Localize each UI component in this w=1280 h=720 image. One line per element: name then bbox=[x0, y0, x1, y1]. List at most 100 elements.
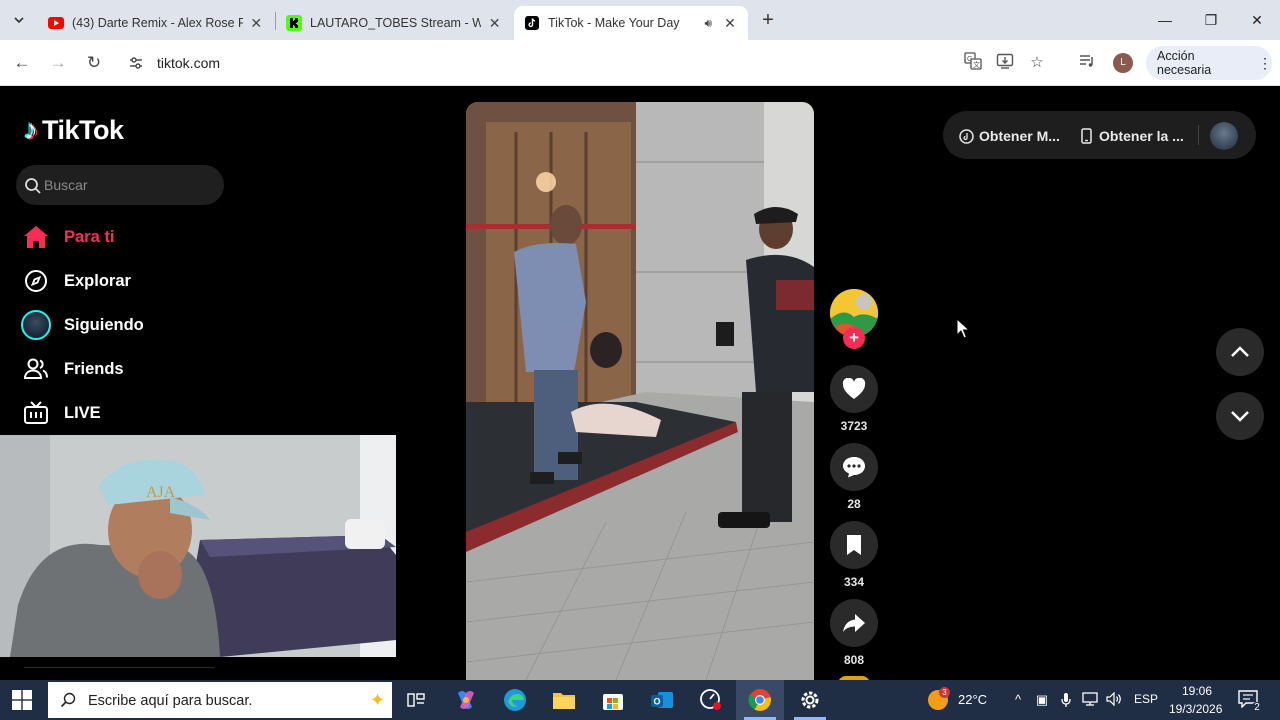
get-app-button[interactable]: Obtener la ... bbox=[1078, 128, 1184, 144]
network-icon[interactable] bbox=[1082, 692, 1098, 708]
microsoft-store-icon[interactable] bbox=[589, 680, 637, 720]
new-tab-button[interactable]: + bbox=[756, 8, 780, 32]
weather-badge: 3 bbox=[939, 687, 950, 698]
next-video-button[interactable] bbox=[1216, 392, 1264, 440]
comment-icon bbox=[843, 457, 865, 478]
tab-title: LAUTARO_TOBES Stream - Wat bbox=[310, 16, 482, 30]
tiktok-logo[interactable]: ♪ TikTok bbox=[24, 114, 124, 146]
mouse-cursor-icon bbox=[956, 318, 970, 339]
browser-tab-youtube[interactable]: (43) Darte Remix - Alex Rose Ft ✕ bbox=[38, 6, 274, 40]
phone-icon bbox=[1078, 128, 1094, 144]
windows-start-icon[interactable] bbox=[12, 690, 32, 710]
nav-item-live[interactable]: LIVE bbox=[20, 395, 101, 431]
share-arrow-icon bbox=[843, 614, 865, 632]
friends-icon bbox=[20, 353, 52, 385]
get-app-label: Obtener la ... bbox=[1099, 128, 1184, 144]
screen-recorder-icon[interactable] bbox=[687, 680, 735, 720]
close-window-button[interactable]: ✕ bbox=[1242, 8, 1272, 32]
close-tab-icon[interactable]: ✕ bbox=[487, 15, 502, 32]
copilot-icon[interactable] bbox=[442, 680, 490, 720]
bookmark-star-icon[interactable]: ☆ bbox=[1026, 52, 1048, 74]
chrome-icon[interactable] bbox=[736, 680, 784, 720]
nav-label: Explorar bbox=[64, 271, 131, 290]
svg-text:AJA: AJA bbox=[146, 484, 176, 501]
save-count: 334 bbox=[843, 575, 865, 589]
windows-taskbar: Escribe aquí para buscar. ✦ O 3 22°C ^ ▣… bbox=[0, 680, 1280, 720]
svg-text:文: 文 bbox=[973, 60, 980, 69]
previous-video-button[interactable] bbox=[1216, 328, 1264, 376]
comment-button[interactable] bbox=[830, 443, 878, 491]
close-tab-icon[interactable]: ✕ bbox=[249, 15, 264, 32]
tab-title: TikTok - Make Your Day bbox=[548, 16, 680, 30]
restore-button[interactable]: ❐ bbox=[1196, 8, 1226, 32]
weather-temperature[interactable]: 22°C bbox=[958, 692, 987, 707]
file-explorer-icon[interactable] bbox=[540, 680, 588, 720]
volume-icon[interactable] bbox=[1106, 691, 1122, 708]
meet-now-icon[interactable]: ▣ bbox=[1034, 692, 1050, 708]
like-button[interactable] bbox=[830, 365, 878, 413]
chevron-up-icon bbox=[1231, 346, 1249, 357]
video-player[interactable] bbox=[466, 102, 814, 680]
nav-icon-wrap bbox=[20, 309, 52, 341]
settings-gear-icon[interactable] bbox=[786, 680, 834, 720]
heart-icon bbox=[842, 378, 866, 399]
follow-button[interactable]: + bbox=[843, 327, 865, 349]
url-text: tiktok.com bbox=[157, 55, 221, 71]
taskbar-search-placeholder: Escribe aquí para buscar. bbox=[88, 693, 253, 709]
speaker-icon[interactable]: 🔊︎ bbox=[704, 16, 712, 31]
tiktok-icon bbox=[524, 15, 540, 31]
site-settings-icon[interactable] bbox=[128, 55, 144, 71]
forward-button[interactable]: → bbox=[46, 51, 70, 75]
youtube-icon bbox=[48, 15, 64, 31]
profile-avatar[interactable]: L bbox=[1113, 53, 1133, 73]
translate-icon[interactable]: G文 bbox=[962, 52, 984, 74]
clock-date[interactable]: 19/3/2026 bbox=[1169, 702, 1222, 716]
reload-button[interactable]: ↻ bbox=[82, 51, 106, 75]
nav-item-para-ti[interactable]: Para ti bbox=[20, 219, 114, 255]
more-menu-icon: ⋮ bbox=[1258, 54, 1272, 71]
kick-icon bbox=[286, 15, 302, 31]
search-icon bbox=[25, 178, 41, 194]
minimize-button[interactable]: — bbox=[1150, 8, 1180, 32]
taskbar-search-box[interactable]: Escribe aquí para buscar. ✦ bbox=[48, 682, 392, 718]
show-hidden-icons-chevron-icon[interactable]: ^ bbox=[1010, 692, 1026, 708]
music-note-icon bbox=[958, 128, 974, 144]
get-music-button[interactable]: Obtener M... bbox=[958, 128, 1060, 144]
outlook-icon[interactable]: O bbox=[638, 680, 686, 720]
media-controls-icon[interactable] bbox=[1076, 52, 1098, 74]
notification-count: 2 bbox=[1251, 702, 1263, 714]
nav-item-siguiendo[interactable]: Siguiendo bbox=[20, 307, 144, 343]
tab-search-chevron-icon[interactable] bbox=[6, 8, 32, 32]
search-box[interactable] bbox=[16, 165, 224, 205]
nav-item-friends[interactable]: Friends bbox=[20, 351, 124, 387]
live-tv-icon bbox=[20, 397, 52, 429]
action-required-label: Acción necesaria bbox=[1157, 49, 1212, 77]
browser-tab-kick[interactable]: LAUTARO_TOBES Stream - Wat ✕ bbox=[276, 6, 512, 40]
nav-label: Friends bbox=[64, 359, 124, 378]
action-required-button[interactable]: Acción necesaria ⋮ bbox=[1146, 46, 1272, 80]
save-button[interactable] bbox=[830, 521, 878, 569]
share-button[interactable] bbox=[830, 599, 878, 647]
user-avatar[interactable] bbox=[1210, 122, 1238, 150]
tab-title: (43) Darte Remix - Alex Rose Ft bbox=[72, 16, 243, 30]
tiktok-page: ♪ TikTok Para ti Explorar Siguiendo Frie… bbox=[0, 87, 1280, 680]
edge-icon[interactable] bbox=[491, 680, 539, 720]
bookmark-icon bbox=[847, 535, 861, 555]
svg-text:O: O bbox=[654, 697, 661, 707]
microphone-icon[interactable] bbox=[1058, 692, 1074, 708]
webcam-overlay: AJA bbox=[0, 435, 396, 657]
close-tab-icon[interactable]: ✕ bbox=[722, 15, 738, 32]
search-input[interactable] bbox=[44, 173, 214, 197]
browser-tab-tiktok[interactable]: TikTok - Make Your Day 🔊︎ ✕ bbox=[514, 6, 748, 40]
compass-icon bbox=[20, 265, 52, 297]
task-view-icon[interactable] bbox=[392, 680, 440, 720]
input-language[interactable]: ESP bbox=[1134, 692, 1158, 706]
clock-time[interactable]: 19:06 bbox=[1182, 684, 1212, 698]
tiktok-note-icon: ♪ bbox=[24, 114, 38, 145]
sparkle-icon: ✦ bbox=[370, 690, 386, 710]
install-app-icon[interactable] bbox=[994, 52, 1016, 74]
nav-label: Para ti bbox=[64, 227, 115, 246]
nav-item-explorar[interactable]: Explorar bbox=[20, 263, 131, 299]
back-button[interactable]: ← bbox=[10, 51, 34, 75]
comment-count: 28 bbox=[847, 497, 861, 511]
